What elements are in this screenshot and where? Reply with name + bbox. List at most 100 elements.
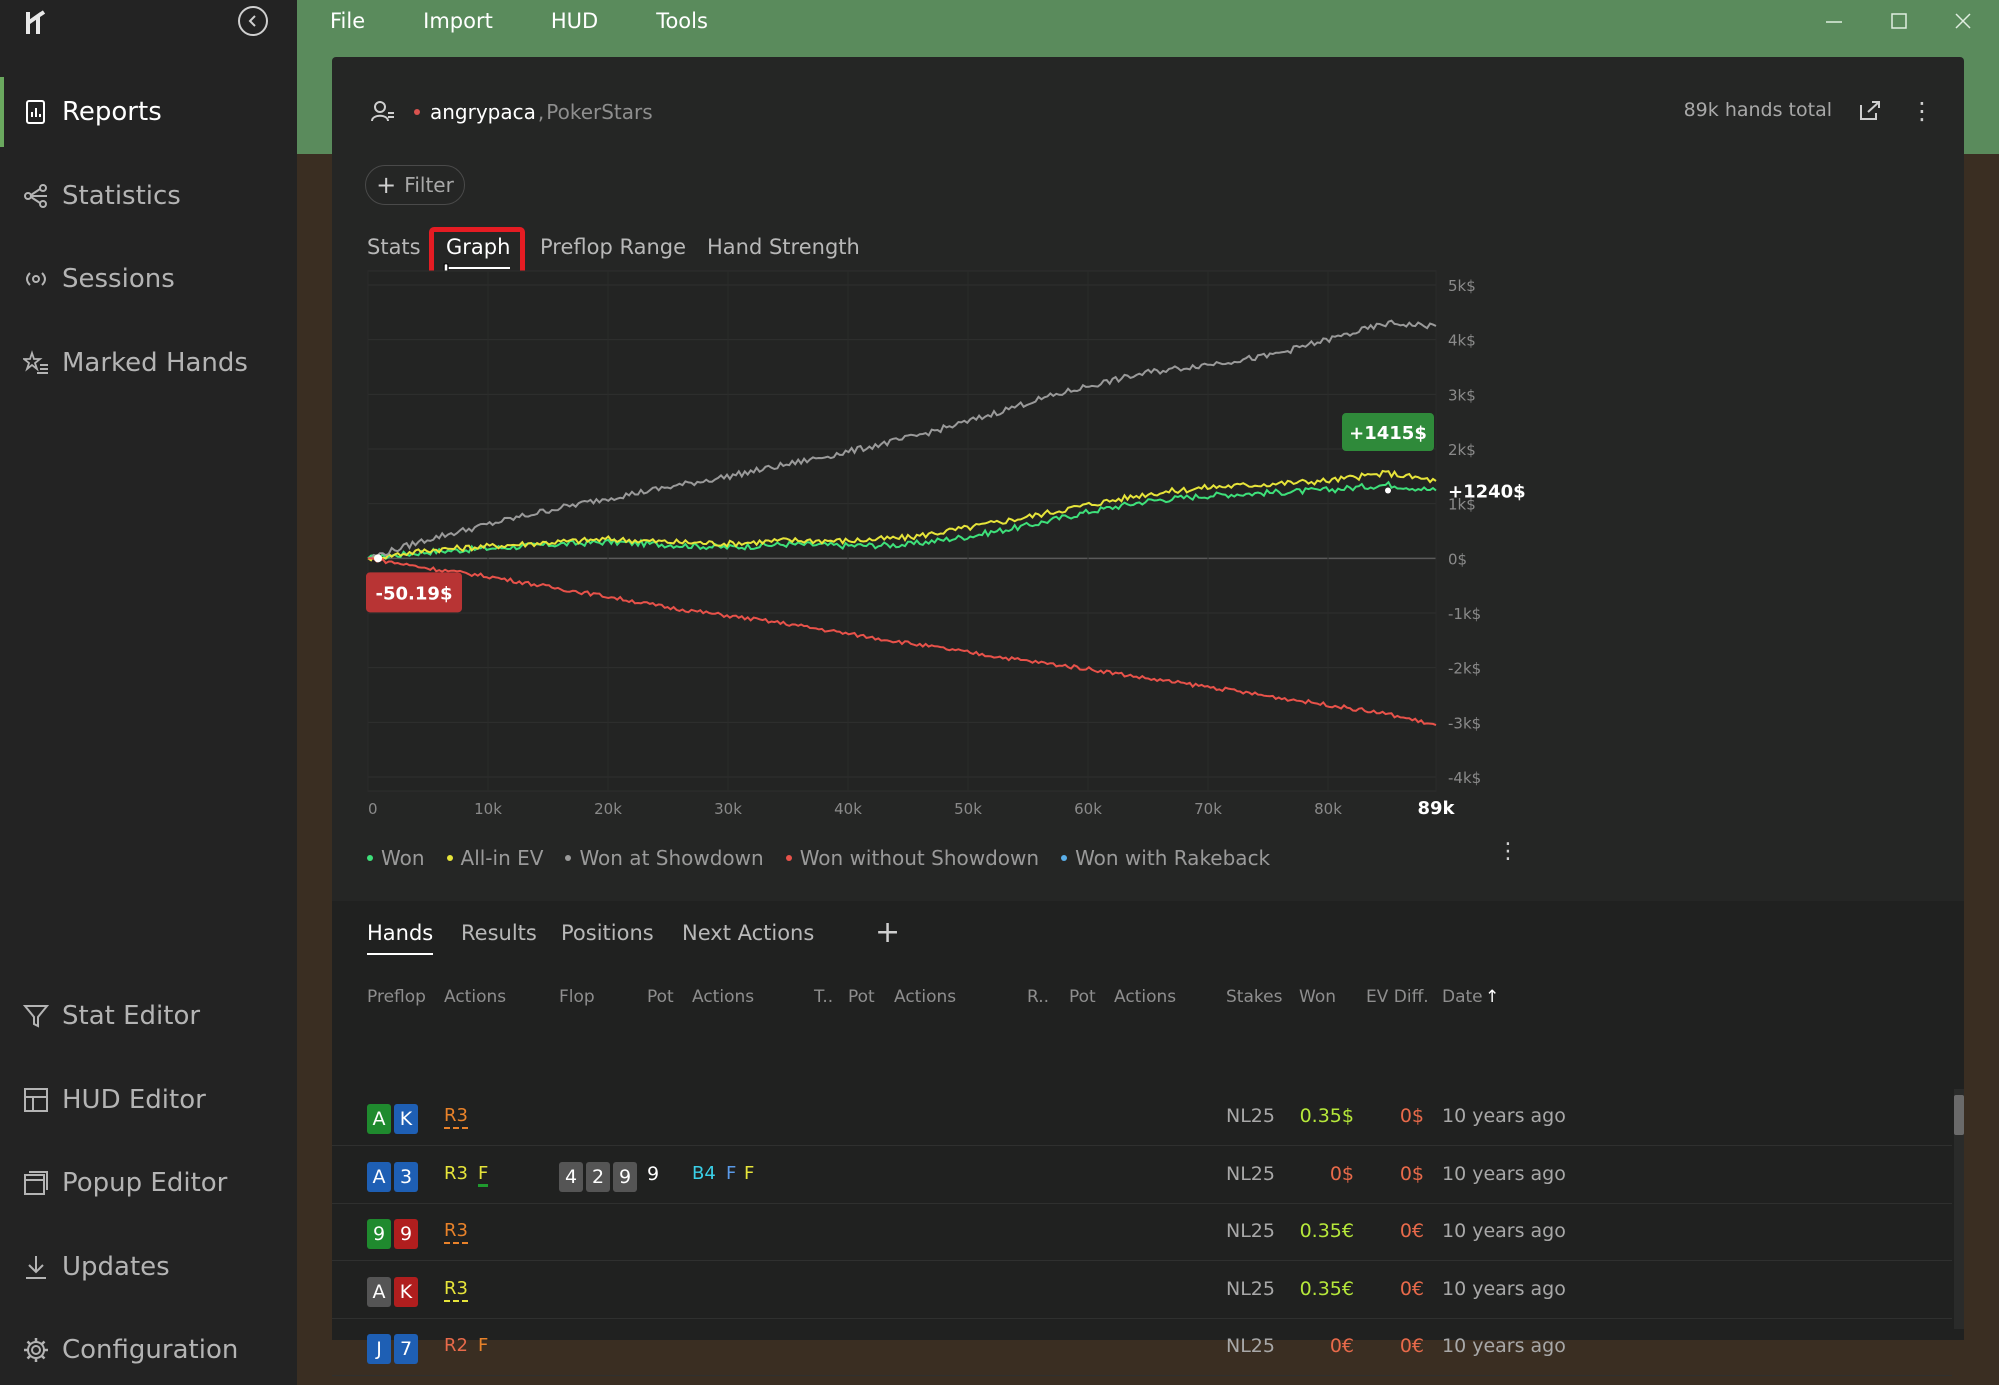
report-icon [22,98,50,126]
table-row[interactable]: A K R3 NL25 0.35€ 0€ 10 years ago [332,1262,1952,1319]
preflop-action: F [478,1163,489,1187]
menu-hud[interactable]: HUD [551,0,598,42]
sidebar-item-updates[interactable]: Updates [0,1232,297,1302]
tab-results[interactable]: Results [461,921,537,945]
sidebar-item-sessions[interactable]: Sessions [0,244,297,314]
legend-label: Won [381,846,425,870]
y-tick-label: 5k$ [1448,277,1476,295]
minimize-button[interactable] [1814,0,1854,42]
table-row[interactable]: J 7 R2 F NL25 0€ 0€ 10 years ago [332,1319,1952,1376]
share-nodes-icon [22,182,50,210]
sidebar-item-marked-hands[interactable]: Marked Hands [0,328,297,398]
sidebar-item-label: Stat Editor [62,1001,201,1031]
column-header[interactable]: Pot [848,987,875,1007]
ev-diff-cell: 0$ [1399,1105,1424,1127]
stakes-cell: NL25 [1226,1220,1275,1242]
flop-card: 2 [586,1161,610,1192]
chevron-left-icon [248,15,256,27]
x-tick-label: 0 [368,800,378,818]
column-header[interactable]: Preflop [367,987,426,1007]
column-header[interactable]: Pot [1069,987,1096,1007]
profit-graph[interactable]: 5k$4k$3k$2k$1k$0$-1k$-2k$-3k$-4k$0 10k 20k… [332,57,1964,897]
tab-hands[interactable]: Hands [367,921,434,955]
close-icon [1955,13,1971,29]
menu-tools[interactable]: Tools [656,0,708,42]
column-header[interactable]: EV Diff. [1366,987,1429,1007]
legend-item-all-in-ev[interactable]: All-in EV [446,843,544,873]
column-header[interactable]: Flop [559,987,595,1007]
flop-card: 9 [613,1161,637,1192]
column-header[interactable]: Actions [444,987,506,1007]
legend-label: Won without Showdown [799,846,1040,870]
close-button[interactable] [1943,0,1983,42]
hands-scrollbar[interactable] [1954,1089,1964,1329]
scroll-thumb[interactable] [1954,1095,1964,1135]
menu-import[interactable]: Import [423,0,493,42]
download-icon [22,1253,50,1281]
sidebar-item-stat-editor[interactable]: Stat Editor [0,981,297,1051]
sidebar-item-label: HUD Editor [62,1084,206,1115]
legend-item-won-with-rakeback[interactable]: Won with Rakeback [1061,843,1270,873]
sidebar-item-hud-editor[interactable]: HUD Editor [0,1065,297,1135]
preflop-action: R3 [444,1105,468,1129]
preflop-action: R2 [444,1335,468,1356]
broadcast-icon [22,265,50,293]
legend-item-won-at-showdown[interactable]: Won at Showdown [565,843,764,873]
sidebar-item-label: Sessions [62,264,175,294]
sidebar-item-statistics[interactable]: Statistics [0,161,297,231]
legend-dot [785,855,792,861]
legend-item-won[interactable]: Won [367,843,425,873]
y-tick-label: 2k$ [1448,441,1476,459]
hands-table-header: Preflop Actions Flop Pot Actions T.. Pot Action… [332,987,1932,1017]
tab-next-actions[interactable]: Next Actions [682,921,814,945]
graph-options-icon[interactable]: ⋮ [1497,839,1519,864]
menu-file[interactable]: File [330,0,365,42]
column-header[interactable]: T.. [814,987,833,1007]
hole-card: A [367,1161,391,1192]
collapse-sidebar-button[interactable] [238,6,268,36]
plot-area [367,270,1437,792]
ev-diff-cell: 0€ [1399,1277,1424,1300]
ev-diff-cell: 0€ [1399,1335,1424,1357]
sidebar-item-configuration[interactable]: Configuration [0,1315,297,1385]
x-tick-label: 70k [1194,800,1222,818]
sidebar-item-label: Marked Hands [62,347,248,378]
add-tab-button[interactable]: + [875,915,900,950]
legend-item-won-without-showdown[interactable]: Won without Showdown [785,843,1040,873]
sort-arrow-icon[interactable]: ↑ [1485,987,1499,1007]
column-header[interactable]: Pot [647,987,674,1007]
column-header[interactable]: Actions [894,987,956,1007]
column-header[interactable]: Actions [1114,987,1176,1007]
windows-icon [22,1169,50,1197]
hole-card: K [394,1276,418,1307]
legend-dot [367,855,373,861]
max-marker [1385,487,1391,494]
column-header[interactable]: R.. [1027,987,1049,1007]
legend-dot [1061,855,1068,861]
won-cell: 0.35€ [1299,1220,1354,1242]
date-cell: 10 years ago [1442,1220,1566,1242]
hole-card: A [367,1104,391,1134]
table-row[interactable]: A K R3 NL25 0.35$ 0$ 10 years ago [332,1089,1952,1146]
won-cell: 0$ [1329,1162,1354,1185]
turn-card: 9 [647,1162,660,1185]
column-header[interactable]: Stakes [1226,987,1282,1007]
x-tick-label: 10k [474,800,502,818]
min-label: -50.19$ [376,583,453,604]
tab-positions[interactable]: Positions [561,921,654,945]
table-row[interactable]: A 3 R3 F 4 2 9 9 B4 F F NL25 0$ 0$ 10 years ago [332,1147,1952,1204]
graph-legend: Won All-in EV Won at Showdown Won without S… [367,843,1292,873]
gear-icon [22,1336,50,1364]
x-tick-label: 60k [1074,800,1102,818]
column-header[interactable]: Won [1299,987,1336,1007]
sidebar-item-popup-editor[interactable]: Popup Editor [0,1148,297,1218]
maximize-button[interactable] [1879,0,1919,42]
legend-label: All-in EV [460,846,544,870]
preflop-action: R3 [444,1162,468,1184]
column-header[interactable]: Date [1442,987,1483,1007]
column-header[interactable]: Actions [692,987,754,1007]
sidebar-item-reports[interactable]: Reports [0,77,297,147]
table-row[interactable]: 9 9 R3 NL25 0.35€ 0€ 10 years ago [332,1204,1952,1261]
min-marker [374,554,382,563]
y-tick-label: 0$ [1448,550,1467,568]
